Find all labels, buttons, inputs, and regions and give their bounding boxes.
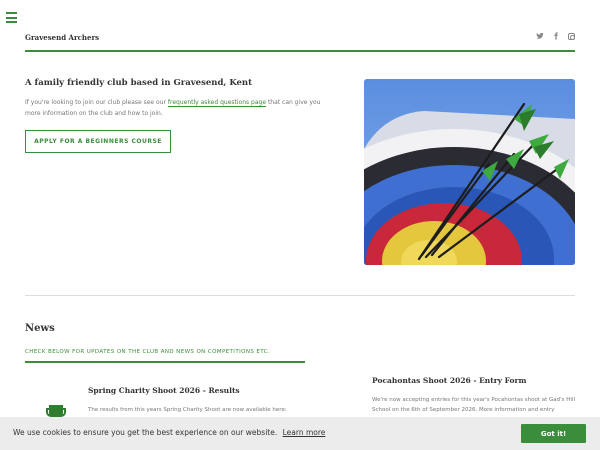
news-heading: News <box>25 323 55 334</box>
hero-text-before: If you're looking to join our club pleas… <box>25 99 166 106</box>
cookie-accept-button[interactable]: Got it! <box>521 424 586 443</box>
news-post-title[interactable]: Spring Charity Shoot 2026 - Results <box>88 386 240 395</box>
site-title[interactable]: Gravesend Archers <box>25 33 99 42</box>
archery-target-image <box>364 79 575 265</box>
news-post-excerpt: We're now accepting entries for this yea… <box>372 397 575 413</box>
cookie-learn-more-link[interactable]: Learn more <box>283 428 326 437</box>
header-divider <box>25 50 575 52</box>
hero-text: If you're looking to join our club pleas… <box>25 97 330 119</box>
cookie-message: We use cookies to ensure you get the bes… <box>13 428 325 437</box>
apply-beginners-course-button[interactable]: APPLY FOR A BEGINNERS COURSE <box>25 130 171 153</box>
faq-link[interactable]: frequently asked questions page <box>167 99 267 107</box>
section-divider <box>25 295 575 296</box>
social-links <box>536 32 575 43</box>
news-subtitle: CHECK BELOW FOR UPDATES ON THE CLUB AND … <box>25 349 271 355</box>
facebook-icon[interactable] <box>552 32 560 43</box>
news-divider <box>25 361 305 363</box>
cookie-message-text: We use cookies to ensure you get the bes… <box>13 428 278 437</box>
news-post-title[interactable]: Pocahontas Shoot 2026 - Entry Form <box>372 376 526 385</box>
news-post-excerpt: The results from this years Spring Chari… <box>88 407 287 413</box>
hero-title: A family friendly club based in Gravesen… <box>25 78 253 88</box>
cookie-banner: We use cookies to ensure you get the bes… <box>0 417 600 450</box>
twitter-icon[interactable] <box>536 32 544 43</box>
instagram-icon[interactable] <box>568 33 575 40</box>
menu-icon[interactable] <box>6 12 17 23</box>
